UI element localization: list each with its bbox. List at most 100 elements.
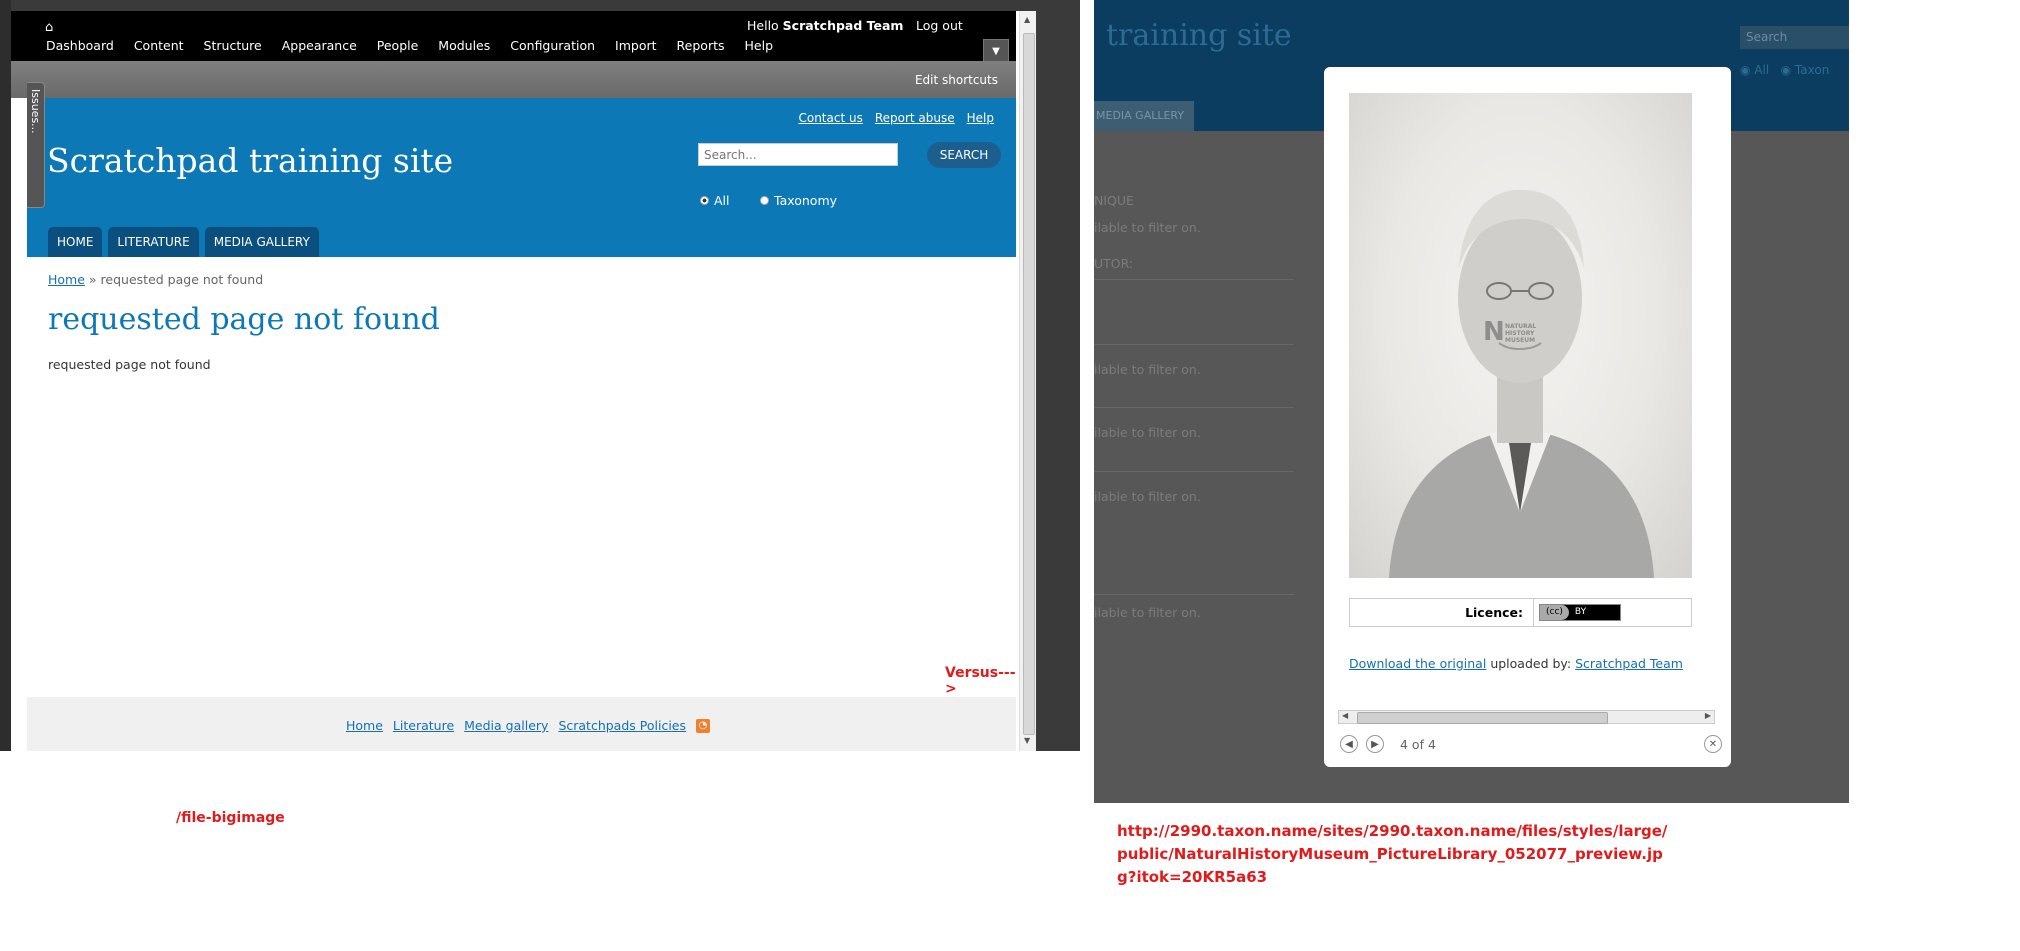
divider: [1094, 407, 1294, 408]
portrait-photo: N NATURAL HISTORY MUSEUM: [1349, 93, 1692, 578]
breadcrumb-separator: »: [88, 272, 97, 287]
scroll-thumb[interactable]: [1023, 33, 1035, 735]
breadcrumb: Home » requested page not found: [48, 272, 263, 287]
radio-all[interactable]: All: [700, 193, 730, 208]
licence-label: Licence:: [1350, 599, 1534, 626]
menu-dashboard[interactable]: Dashboard: [46, 38, 114, 53]
menu-appearance[interactable]: Appearance: [282, 38, 357, 53]
menu-modules[interactable]: Modules: [438, 38, 490, 53]
menu-reports[interactable]: Reports: [677, 38, 725, 53]
lightbox-dialog: N NATURAL HISTORY MUSEUM Licence: (cc) BY D…: [1324, 67, 1731, 767]
issues-tab-label: Issues...: [29, 89, 42, 134]
radio-taxonomy[interactable]: Taxonomy: [760, 193, 837, 208]
dimmed-filter-text: ilable to filter on.: [1094, 220, 1201, 235]
uploader-link[interactable]: Scratchpad Team: [1575, 656, 1683, 671]
footer: Home Literature Media gallery Scratchpad…: [27, 697, 1016, 751]
image-counter: 4 of 4: [1400, 737, 1436, 752]
footer-media-gallery-link[interactable]: Media gallery: [464, 718, 548, 733]
watermark-line: NATURAL: [1505, 323, 1537, 330]
scroll-down-icon[interactable]: ▼: [1024, 736, 1030, 745]
background-window-edge: [0, 0, 11, 751]
dimmed-filter-text: ilable to filter on.: [1094, 362, 1201, 377]
cc-by-icon[interactable]: (cc) BY: [1539, 604, 1621, 621]
menu-structure[interactable]: Structure: [204, 38, 262, 53]
home-icon[interactable]: ⌂: [45, 20, 53, 35]
greeting-prefix: Hello: [747, 18, 779, 33]
page-title: requested page not found: [48, 302, 440, 337]
breadcrumb-home-link[interactable]: Home: [48, 272, 85, 287]
page-body-text: requested page not found: [48, 357, 211, 372]
site-title[interactable]: Scratchpad training site: [47, 141, 453, 180]
horizontal-scrollbar[interactable]: ◀ ▶: [1338, 710, 1715, 724]
admin-menu: Dashboard Content Structure Appearance P…: [46, 38, 793, 53]
next-icon[interactable]: ▶: [1366, 735, 1384, 753]
dimmed-filter-heading: UTOR:: [1094, 256, 1134, 271]
report-abuse-link[interactable]: Report abuse: [875, 111, 955, 125]
scroll-up-icon[interactable]: ▲: [1024, 15, 1030, 24]
close-icon[interactable]: ✕: [1704, 735, 1722, 753]
greeting: Hello Scratchpad Team: [747, 18, 903, 33]
menu-help[interactable]: Help: [745, 38, 774, 53]
dimmed-radios: ◉ All ◉ Taxon: [1740, 63, 1830, 77]
footer-policies-link[interactable]: Scratchpads Policies: [558, 718, 686, 733]
right-screenshot: training site Search ◉ All ◉ Taxon MEDIA…: [1094, 0, 1849, 803]
right-caption-url: http://2990.taxon.name/sites/2990.taxon.…: [1117, 822, 1668, 886]
contact-us-link[interactable]: Contact us: [798, 111, 862, 125]
divider: [1094, 344, 1294, 345]
menu-people[interactable]: People: [377, 38, 419, 53]
tab-media-gallery[interactable]: MEDIA GALLERY: [204, 227, 319, 257]
watermark-letter: N: [1483, 317, 1505, 347]
radio-taxonomy-label: Taxonomy: [774, 193, 838, 208]
browser-window-left: ⌂ Hello Scratchpad Team Log out Dashboar…: [11, 11, 1036, 751]
radio-unselected-icon: [760, 196, 769, 205]
footer-links: Home Literature Media gallery Scratchpad…: [346, 718, 710, 733]
issues-tab[interactable]: Issues...: [27, 82, 45, 208]
previous-icon[interactable]: ◀: [1340, 735, 1358, 753]
scroll-thumb[interactable]: [1357, 712, 1608, 724]
footer-home-link[interactable]: Home: [346, 718, 383, 733]
dimmed-search-input: Search: [1740, 26, 1849, 49]
scroll-right-icon[interactable]: ▶: [1705, 711, 1711, 720]
download-row: Download the original uploaded by: Scrat…: [1349, 656, 1683, 671]
footer-literature-link[interactable]: Literature: [393, 718, 454, 733]
cc-badge-right: BY: [1574, 607, 1587, 617]
site-tabs: HOME LITERATURE MEDIA GALLERY: [48, 227, 319, 257]
scroll-left-icon[interactable]: ◀: [1342, 711, 1348, 720]
divider: [1094, 471, 1294, 472]
nhm-watermark: N NATURAL HISTORY MUSEUM: [1483, 317, 1543, 349]
dimmed-filter-text: ilable to filter on.: [1094, 425, 1201, 440]
edit-shortcuts-link[interactable]: Edit shortcuts: [915, 73, 998, 87]
tab-home[interactable]: HOME: [48, 227, 103, 257]
download-original-link[interactable]: Download the original: [1349, 656, 1486, 671]
cc-badge-left: (cc): [1540, 605, 1569, 620]
shortcut-bar: Edit shortcuts: [11, 61, 1016, 98]
radio-all-label: All: [714, 193, 730, 208]
dimmed-site-title: training site: [1106, 18, 1292, 53]
dimmed-filter-text: ilable to filter on.: [1094, 605, 1201, 620]
logout-link[interactable]: Log out: [916, 18, 963, 33]
admin-toolbar: ⌂ Hello Scratchpad Team Log out Dashboar…: [11, 11, 1016, 65]
divider: [1094, 279, 1294, 280]
search-button[interactable]: SEARCH: [927, 142, 1001, 168]
breadcrumb-current: requested page not found: [100, 272, 264, 287]
rss-icon[interactable]: ◔: [696, 718, 710, 733]
dimmed-filter-heading: NIQUE: [1094, 193, 1134, 208]
radio-selected-icon: [700, 196, 709, 205]
watermark-line: MUSEUM: [1505, 337, 1536, 344]
user-name[interactable]: Scratchpad Team: [783, 18, 904, 33]
dimmed-media-gallery-tab: MEDIA GALLERY: [1094, 101, 1194, 131]
vertical-scrollbar[interactable]: ▲ ▼: [1019, 11, 1036, 751]
dimmed-radio-all-label: All: [1754, 63, 1770, 77]
divider: [1094, 594, 1294, 595]
uploaded-by-label: uploaded by:: [1490, 656, 1572, 671]
menu-content[interactable]: Content: [134, 38, 184, 53]
menu-configuration[interactable]: Configuration: [510, 38, 595, 53]
tab-literature[interactable]: LITERATURE: [108, 227, 199, 257]
search-input[interactable]: Search...: [698, 143, 898, 166]
menu-import[interactable]: Import: [615, 38, 657, 53]
left-screenshot: ⌂ Hello Scratchpad Team Log out Dashboar…: [0, 0, 1080, 751]
help-link[interactable]: Help: [967, 111, 994, 125]
left-caption: /file-bigimage: [176, 810, 285, 826]
watermark-line: HISTORY: [1505, 330, 1535, 337]
versus-annotation: Versus--->: [945, 665, 1016, 697]
